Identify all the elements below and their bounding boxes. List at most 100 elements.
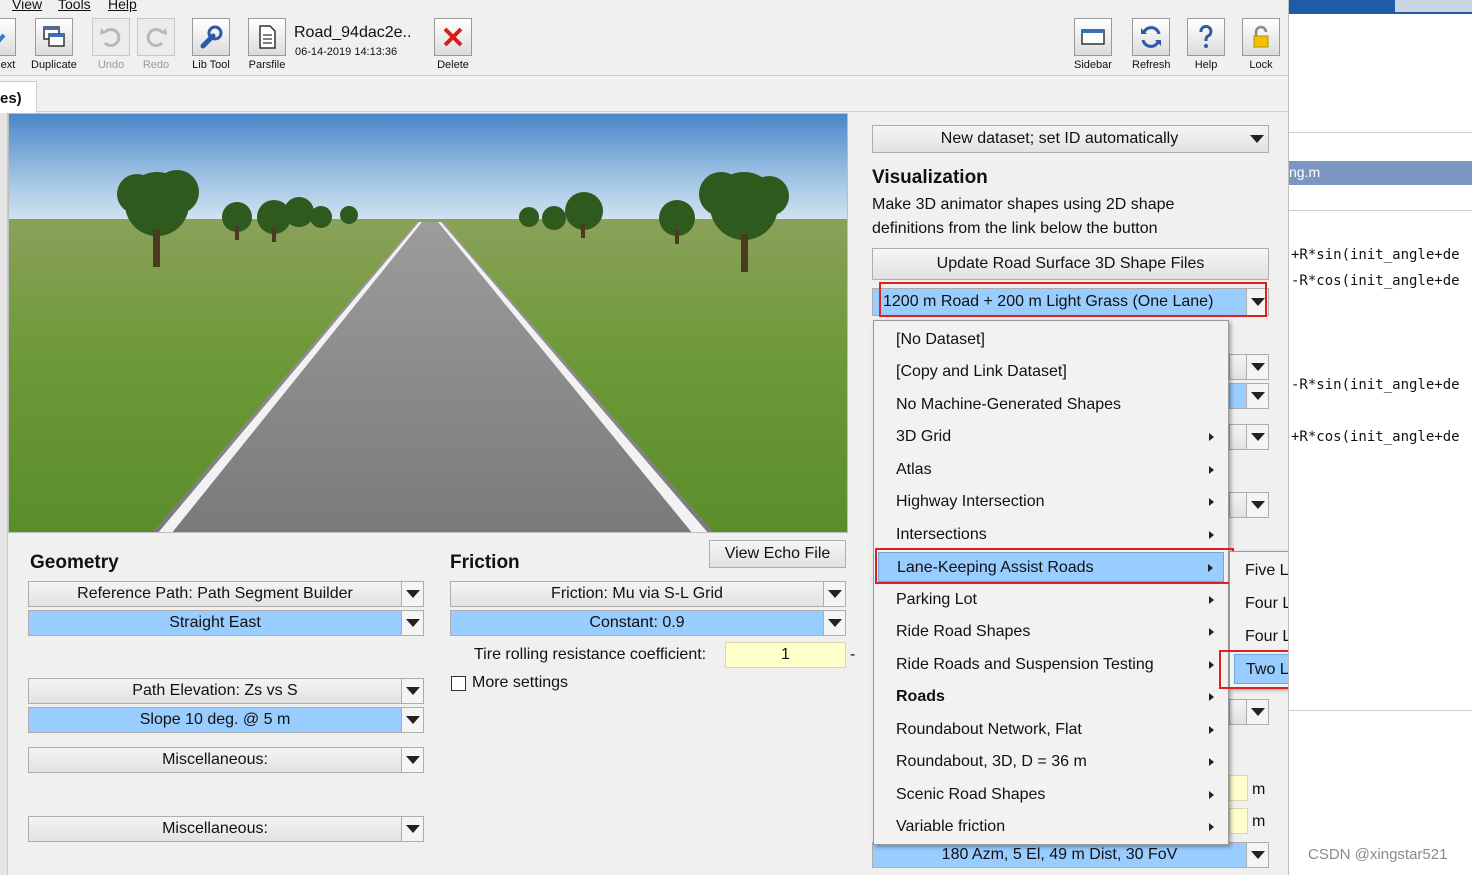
shape-dataset-select[interactable]: 1200 m Road + 200 m Light Grass (One Lan… bbox=[872, 288, 1269, 316]
menu-item-scenic-road[interactable]: Scenic Road Shapes bbox=[878, 780, 1224, 810]
dataset-id-text: New dataset; set ID automatically bbox=[940, 130, 1179, 147]
editor-window-controls[interactable] bbox=[1395, 0, 1472, 12]
reference-path-text: Reference Path: Path Segment Builder bbox=[77, 585, 353, 602]
submenu-arrow-icon bbox=[1209, 693, 1214, 701]
menu-item-roundabout-3d[interactable]: Roundabout, 3D, D = 36 m bbox=[878, 747, 1224, 777]
submenu-arrow-icon bbox=[1209, 791, 1214, 799]
libtool-button[interactable]: Lib Tool bbox=[192, 18, 230, 71]
lock-button[interactable]: Lock bbox=[1242, 18, 1280, 71]
tire-rolling-input[interactable]: 1 bbox=[725, 642, 846, 668]
menu-item-ride-roads-suspension[interactable]: Ride Roads and Suspension Testing bbox=[878, 650, 1224, 680]
parsfile-label: Parsfile bbox=[248, 59, 286, 71]
undo-button[interactable]: Undo bbox=[92, 18, 130, 71]
submenu-arrow-icon bbox=[1209, 628, 1214, 636]
chevron-down-icon[interactable] bbox=[401, 611, 423, 635]
reference-path-select[interactable]: Reference Path: Path Segment Builder bbox=[28, 581, 424, 607]
view-echo-file-button[interactable]: View Echo File bbox=[709, 540, 846, 568]
delete-button[interactable]: Delete bbox=[434, 18, 472, 71]
menu-help[interactable]: Help bbox=[108, 0, 137, 12]
menu-bar: View Tools Help bbox=[0, 0, 1288, 14]
friction-value-select[interactable]: Constant: 0.9 bbox=[450, 610, 846, 636]
menu-tools[interactable]: Tools bbox=[58, 0, 91, 12]
chevron-down-icon[interactable] bbox=[1246, 384, 1268, 408]
refresh-button[interactable]: Refresh bbox=[1132, 18, 1171, 71]
menu-item-no-machine-shapes[interactable]: No Machine-Generated Shapes bbox=[878, 390, 1224, 420]
chevron-down-icon[interactable] bbox=[1246, 700, 1268, 724]
menu-item-intersections[interactable]: Intersections bbox=[878, 520, 1224, 550]
submenu-arrow-icon bbox=[1209, 596, 1214, 604]
friction-mode-select[interactable]: Friction: Mu via S-L Grid bbox=[450, 581, 846, 607]
chevron-down-icon[interactable] bbox=[823, 582, 845, 606]
menu-item-copy-link[interactable]: [Copy and Link Dataset] bbox=[878, 357, 1224, 387]
menu-item-label: Roundabout Network, Flat bbox=[896, 721, 1082, 738]
chevron-down-icon[interactable] bbox=[401, 817, 423, 841]
next-button[interactable]: ext bbox=[0, 18, 16, 71]
hidden-select-3[interactable] bbox=[1229, 424, 1269, 450]
hidden-input-1[interactable] bbox=[1229, 775, 1248, 801]
menu-item-highway-intersection[interactable]: Highway Intersection bbox=[878, 487, 1224, 517]
chevron-down-icon[interactable] bbox=[1246, 355, 1268, 379]
menu-item-variable-friction[interactable]: Variable friction bbox=[878, 812, 1224, 842]
more-settings-label: More settings bbox=[472, 674, 569, 691]
menu-item-roundabout-network[interactable]: Roundabout Network, Flat bbox=[878, 715, 1224, 745]
menu-item-lane-keeping[interactable]: Lane-Keeping Assist Roads bbox=[878, 552, 1224, 582]
path-elevation-select[interactable]: Path Elevation: Zs vs S bbox=[28, 678, 424, 704]
camera-text: 180 Azm, 5 El, 49 m Dist, 30 FoV bbox=[873, 843, 1246, 867]
hidden-input-2[interactable] bbox=[1229, 808, 1248, 834]
delete-x-icon bbox=[434, 18, 472, 56]
delete-label: Delete bbox=[437, 59, 469, 71]
tire-rolling-label: Tire rolling resistance coefficient: bbox=[474, 646, 707, 663]
editor-divider bbox=[1289, 710, 1472, 711]
chevron-down-icon[interactable] bbox=[401, 679, 423, 703]
menu-item-ride-road-shapes[interactable]: Ride Road Shapes bbox=[878, 617, 1224, 647]
code-line: +R*cos(init_angle+de bbox=[1291, 429, 1460, 445]
menu-item-label: Parking Lot bbox=[896, 591, 977, 608]
menu-item-parking-lot[interactable]: Parking Lot bbox=[878, 585, 1224, 615]
dataset-id-select[interactable]: New dataset; set ID automatically bbox=[872, 125, 1269, 153]
reference-path-value: Straight East bbox=[29, 611, 401, 635]
menu-item-atlas[interactable]: Atlas bbox=[878, 455, 1224, 485]
camera-select[interactable]: 180 Azm, 5 El, 49 m Dist, 30 FoV bbox=[872, 842, 1269, 868]
help-button[interactable]: Help bbox=[1187, 18, 1225, 71]
menu-item-roads[interactable]: Roads bbox=[878, 682, 1224, 712]
misc-select-1[interactable]: Miscellaneous: bbox=[28, 747, 424, 773]
duplicate-button[interactable]: Duplicate bbox=[31, 18, 77, 71]
chevron-down-icon[interactable] bbox=[1246, 843, 1268, 867]
code-line: -R*cos(init_angle+de bbox=[1291, 273, 1460, 289]
chevron-down-icon[interactable] bbox=[823, 611, 845, 635]
tab-active[interactable]: es) bbox=[0, 81, 37, 113]
update-road-surface-button[interactable]: Update Road Surface 3D Shape Files bbox=[872, 248, 1269, 280]
chevron-down-icon[interactable] bbox=[401, 708, 423, 732]
sidebar-button[interactable]: Sidebar bbox=[1074, 18, 1112, 71]
editor-file-tab[interactable]: ng.m bbox=[1289, 161, 1472, 185]
misc-select-2[interactable]: Miscellaneous: bbox=[28, 816, 424, 842]
watermark-text: CSDN @xingstar521 bbox=[1308, 846, 1448, 863]
chevron-down-icon[interactable] bbox=[1246, 493, 1268, 517]
more-settings-checkbox[interactable] bbox=[451, 676, 466, 691]
parsfile-button[interactable]: Parsfile bbox=[248, 18, 286, 71]
shape-dataset-menu: [No Dataset] [Copy and Link Dataset] No … bbox=[873, 320, 1229, 845]
chevron-down-icon[interactable] bbox=[1246, 289, 1268, 315]
chevron-down-icon[interactable] bbox=[1246, 425, 1268, 449]
hidden-select-2[interactable] bbox=[1229, 383, 1269, 409]
menu-item-label: Ride Roads and Suspension Testing bbox=[896, 656, 1154, 673]
hidden-select-5[interactable] bbox=[1229, 699, 1269, 725]
unit-m-1: m bbox=[1252, 781, 1266, 798]
chevron-down-icon[interactable] bbox=[401, 748, 423, 772]
hidden-select-4[interactable] bbox=[1229, 492, 1269, 518]
road-scene-image bbox=[9, 114, 847, 532]
hidden-select-1[interactable] bbox=[1229, 354, 1269, 380]
tab-strip: es) bbox=[0, 77, 1288, 113]
reference-path-dataset-select[interactable]: Straight East bbox=[28, 610, 424, 636]
menu-item-3d-grid[interactable]: 3D Grid bbox=[878, 422, 1224, 452]
redo-button[interactable]: Redo bbox=[137, 18, 175, 71]
menu-item-no-dataset[interactable]: [No Dataset] bbox=[878, 325, 1224, 355]
submenu-arrow-icon bbox=[1209, 661, 1214, 669]
misc-text-2: Miscellaneous: bbox=[162, 820, 268, 837]
chevron-down-icon[interactable] bbox=[401, 582, 423, 606]
path-elevation-dataset-select[interactable]: Slope 10 deg. @ 5 m bbox=[28, 707, 424, 733]
left-scrollbar[interactable] bbox=[0, 113, 8, 875]
chevron-down-icon[interactable] bbox=[1246, 126, 1268, 152]
menu-view[interactable]: View bbox=[12, 0, 42, 12]
menu-item-label: 3D Grid bbox=[896, 428, 952, 445]
